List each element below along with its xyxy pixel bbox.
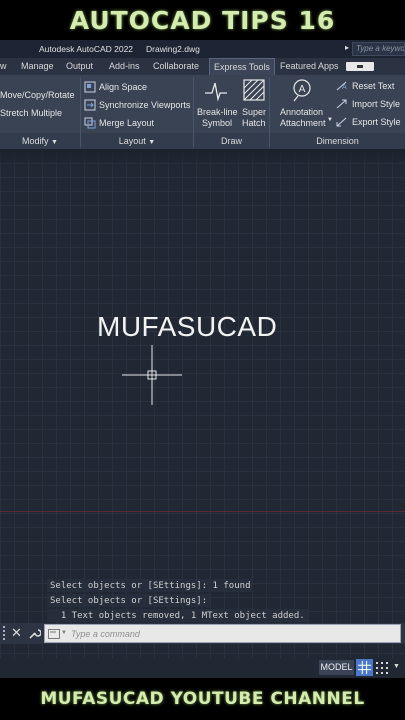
ribbon: Move/Copy/Rotate Stretch Multiple Modify… xyxy=(0,75,405,149)
dropdown-arrow-icon: ▼ xyxy=(51,139,58,146)
grid-icon xyxy=(358,661,371,674)
mtext-object[interactable]: MUFASUCAD xyxy=(97,311,277,343)
canvas-top-shade xyxy=(0,149,405,169)
dropdown-arrow-icon: ▼ xyxy=(148,139,156,146)
crosshair-cursor-icon xyxy=(122,345,182,405)
dropdown-arrow-icon[interactable]: ▼ xyxy=(393,663,400,670)
stretch-multiple-button[interactable]: Stretch Multiple xyxy=(0,108,62,118)
model-space-button[interactable]: MODEL xyxy=(319,660,354,675)
import-style-button[interactable]: Import Style xyxy=(352,99,400,109)
command-input[interactable]: ▼ Type a command xyxy=(44,624,401,643)
super-hatch-button-line2[interactable]: Hatch xyxy=(242,118,266,128)
move-copy-rotate-button[interactable]: Move/Copy/Rotate xyxy=(0,90,75,100)
status-bar: MODEL ▼ xyxy=(0,658,405,678)
tab-express-tools[interactable]: Express Tools xyxy=(209,58,275,75)
app-name: Autodesk AutoCAD 2022 xyxy=(39,44,134,54)
ribbon-minimize-toggle[interactable] xyxy=(346,62,374,71)
keyword-search-input[interactable]: Type a keyword xyxy=(352,42,405,56)
command-history-line: Select objects or [SEttings]: xyxy=(47,594,211,607)
tab-featured-apps[interactable]: Featured Apps xyxy=(280,58,339,75)
align-space-icon xyxy=(84,81,96,93)
annotation-attachment-button-line2[interactable]: Attachment xyxy=(280,118,326,128)
video-title-banner: AUTOCAD TIPS 16 xyxy=(0,0,405,40)
import-style-icon xyxy=(336,99,347,109)
annotation-attachment-button-line1[interactable]: Annotation xyxy=(280,107,323,117)
tab-view[interactable]: w xyxy=(0,58,7,75)
command-history-line: Select objects or [SEttings]: 1 found xyxy=(47,579,254,592)
export-style-button[interactable]: Export Style xyxy=(352,117,401,127)
chevron-right-icon[interactable]: ▸ xyxy=(345,43,349,52)
drag-handle-icon[interactable] xyxy=(3,626,7,640)
close-icon[interactable]: ✕ xyxy=(11,625,22,641)
break-line-icon xyxy=(205,82,227,102)
dropdown-arrow-icon[interactable]: ▼ xyxy=(327,117,333,123)
svg-text:A: A xyxy=(342,83,347,91)
annotation-attachment-icon: A xyxy=(293,79,311,102)
grid-toggle-button[interactable] xyxy=(356,659,373,676)
align-space-button[interactable]: Align Space xyxy=(99,82,147,92)
tab-output[interactable]: Output xyxy=(66,58,93,75)
reset-text-button[interactable]: Reset Text xyxy=(352,81,394,91)
dropdown-arrow-icon[interactable]: ▼ xyxy=(61,630,67,636)
modify-panel-label[interactable]: Modify ▼ xyxy=(0,133,80,149)
video-title: AUTOCAD TIPS 16 xyxy=(69,5,336,35)
layout-panel-label[interactable]: Layout ▼ xyxy=(81,133,193,149)
merge-layout-button[interactable]: Merge Layout xyxy=(99,118,154,128)
synchronize-viewports-icon xyxy=(84,99,96,111)
title-bar: Autodesk AutoCAD 2022 Drawing2.dwg ▸ Typ… xyxy=(0,40,405,58)
tab-manage[interactable]: Manage xyxy=(21,58,54,75)
tab-add-ins[interactable]: Add-ins xyxy=(109,58,140,75)
command-prompt-icon[interactable] xyxy=(48,629,60,639)
synchronize-viewports-button[interactable]: Synchronize Viewports xyxy=(99,100,190,110)
command-history-line: 1 Text objects removed, 1 MText object a… xyxy=(47,609,308,622)
dimension-panel-label[interactable]: Dimension xyxy=(270,133,405,149)
draw-panel-label[interactable]: Draw xyxy=(194,133,269,149)
merge-layout-icon xyxy=(84,117,96,129)
tab-collaborate[interactable]: Collaborate xyxy=(153,58,199,75)
svg-text:A: A xyxy=(299,84,306,95)
super-hatch-icon xyxy=(243,79,265,101)
super-hatch-button-line1[interactable]: Super xyxy=(242,107,266,117)
minimize-icon xyxy=(357,65,363,68)
channel-name: MUFASUCAD YOUTUBE CHANNEL xyxy=(40,689,365,709)
reset-text-icon: A xyxy=(336,81,347,91)
export-style-icon xyxy=(336,117,347,127)
snap-grid-icon[interactable] xyxy=(376,662,388,674)
command-input-placeholder: Type a command xyxy=(71,629,140,639)
x-axis-line xyxy=(0,511,405,512)
wrench-icon[interactable] xyxy=(28,627,41,640)
break-line-symbol-button-line1[interactable]: Break-line xyxy=(197,107,238,117)
ribbon-tabs: w Manage Output Add-ins Collaborate Expr… xyxy=(0,58,405,75)
channel-banner: MUFASUCAD YOUTUBE CHANNEL xyxy=(0,678,405,720)
document-name: Drawing2.dwg xyxy=(146,44,200,54)
break-line-symbol-button-line2[interactable]: Symbol xyxy=(202,118,232,128)
